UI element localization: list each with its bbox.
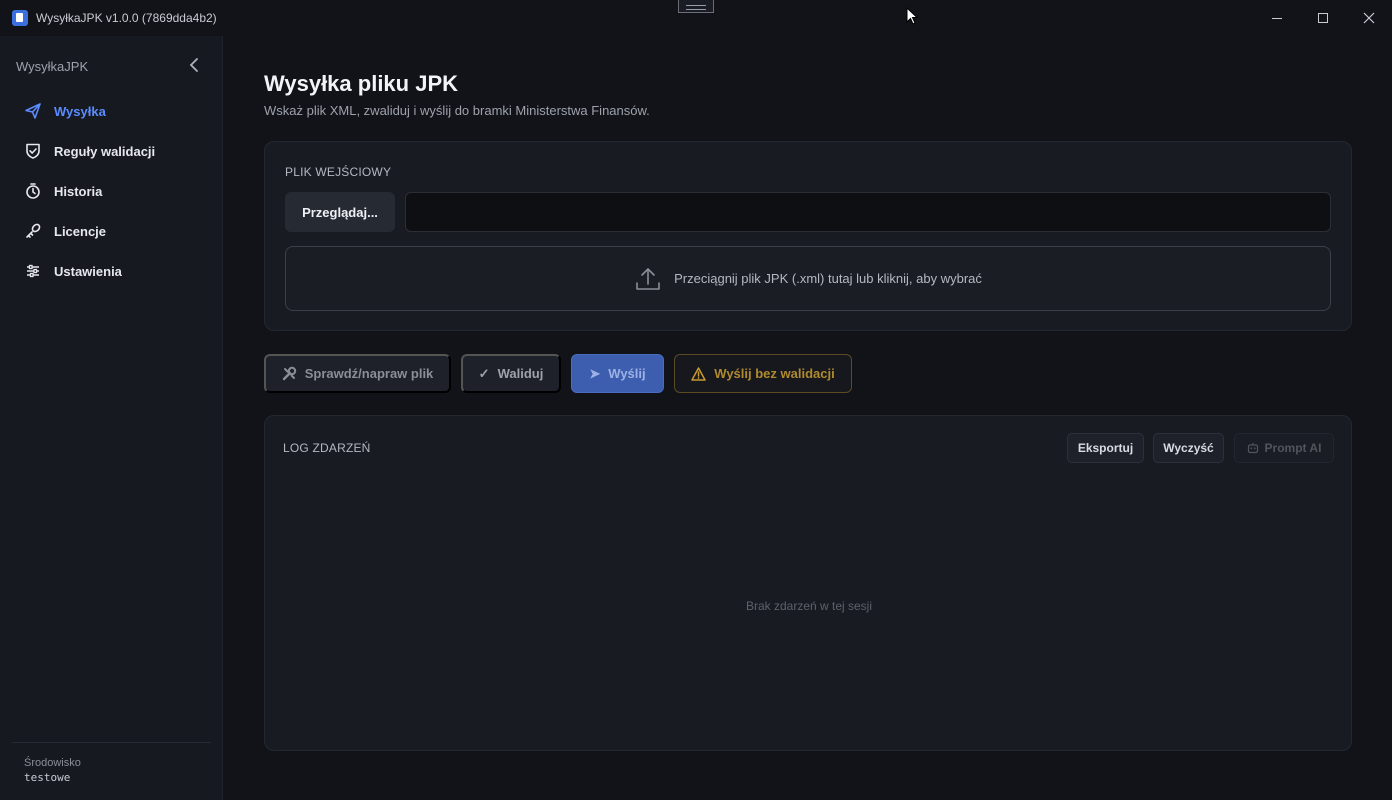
window-title: WysyłkaJPK v1.0.0 (7869dda4b2) (36, 11, 217, 25)
clear-log-button[interactable]: Wyczyść (1153, 433, 1224, 463)
send-without-validation-button[interactable]: Wyślij bez walidacji (674, 354, 852, 393)
sidebar: WysyłkaJPK Wysyłka Reguły walidacji Hist… (0, 36, 223, 800)
sidebar-item-wysylka[interactable]: Wysyłka (16, 95, 208, 127)
maximize-button[interactable] (1300, 0, 1346, 36)
arrow-right-icon: ➤ (589, 365, 601, 381)
app-icon (12, 10, 28, 26)
validate-label: Waliduj (497, 366, 544, 381)
page-title: Wysyłka pliku JPK (264, 71, 459, 96)
send-without-validation-label: Wyślij bez walidacji (714, 366, 835, 381)
sliders-icon (24, 262, 42, 280)
send-label: Wyślij (608, 366, 646, 381)
sidebar-brand: WysyłkaJPK (16, 59, 89, 74)
maximize-icon (1318, 13, 1328, 23)
file-path-input[interactable] (405, 192, 1331, 232)
title-bar: WysyłkaJPK v1.0.0 (7869dda4b2) (0, 0, 1392, 36)
sidebar-item-label: Reguły walidacji (54, 143, 156, 159)
sidebar-item-label: Wysyłka (54, 103, 106, 119)
sidebar-item-label: Ustawienia (54, 263, 122, 279)
check-repair-file-label: Sprawdź/napraw plik (304, 366, 434, 381)
page-subtitle: Wskaż plik XML, zwaliduj i wyślij do bra… (264, 103, 650, 118)
environment-label: Środowisko (24, 757, 81, 769)
sidebar-item-licencje[interactable]: Licencje (16, 215, 208, 247)
check-repair-file-button[interactable]: Sprawdź/napraw plik (264, 354, 451, 393)
event-log-card: LOG ZDARZEŃ Eksportuj Wyczyść Prompt AI … (264, 415, 1352, 751)
minimize-button[interactable] (1254, 0, 1300, 36)
sidebar-item-label: Licencje (54, 223, 107, 239)
prompt-ai-label: Prompt AI (1264, 441, 1322, 455)
shield-check-icon (24, 142, 42, 160)
input-file-card: PLIK WEJŚCIOWY Przeglądaj... Przeciągnij… (264, 141, 1352, 331)
input-file-section-label: PLIK WEJŚCIOWY (285, 165, 392, 179)
checkmark-icon: ✓ (478, 365, 490, 381)
prompt-ai-button[interactable]: Prompt AI (1234, 433, 1334, 463)
environment-value: testowe (24, 771, 71, 784)
browse-button[interactable]: Przeglądaj... (285, 192, 395, 232)
close-button[interactable] (1346, 0, 1392, 36)
send-button[interactable]: ➤ Wyślij (571, 354, 664, 393)
collapse-sidebar-button[interactable] (186, 56, 204, 74)
empty-log-message: Brak zdarzeń w tej sesji (745, 599, 873, 613)
event-log-section-label: LOG ZDARZEŃ (283, 441, 371, 455)
file-dropzone[interactable]: Przeciągnij plik JPK (.xml) tutaj lub kl… (285, 246, 1331, 311)
sidebar-item-historia[interactable]: Historia (16, 175, 208, 207)
drag-handle[interactable] (678, 0, 714, 13)
mouse-cursor-icon (906, 7, 918, 25)
validate-button[interactable]: ✓ Waliduj (461, 354, 561, 393)
dropzone-text: Przeciągnij plik JPK (.xml) tutaj lub kl… (674, 271, 982, 286)
sidebar-item-reguly-walidacji[interactable]: Reguły walidacji (16, 135, 208, 167)
sidebar-item-label: Historia (54, 183, 103, 199)
stopwatch-icon (24, 182, 42, 200)
close-icon (1363, 12, 1375, 24)
key-icon (24, 222, 42, 240)
upload-icon (636, 267, 660, 290)
tools-icon (282, 366, 297, 381)
chevron-left-icon (189, 58, 198, 72)
minimize-icon (1272, 17, 1282, 19)
warning-icon (691, 366, 707, 381)
sidebar-divider (12, 742, 211, 743)
send-icon (24, 102, 42, 120)
sidebar-item-ustawienia[interactable]: Ustawienia (16, 255, 208, 287)
export-log-button[interactable]: Eksportuj (1067, 433, 1144, 463)
robot-icon (1247, 442, 1259, 454)
